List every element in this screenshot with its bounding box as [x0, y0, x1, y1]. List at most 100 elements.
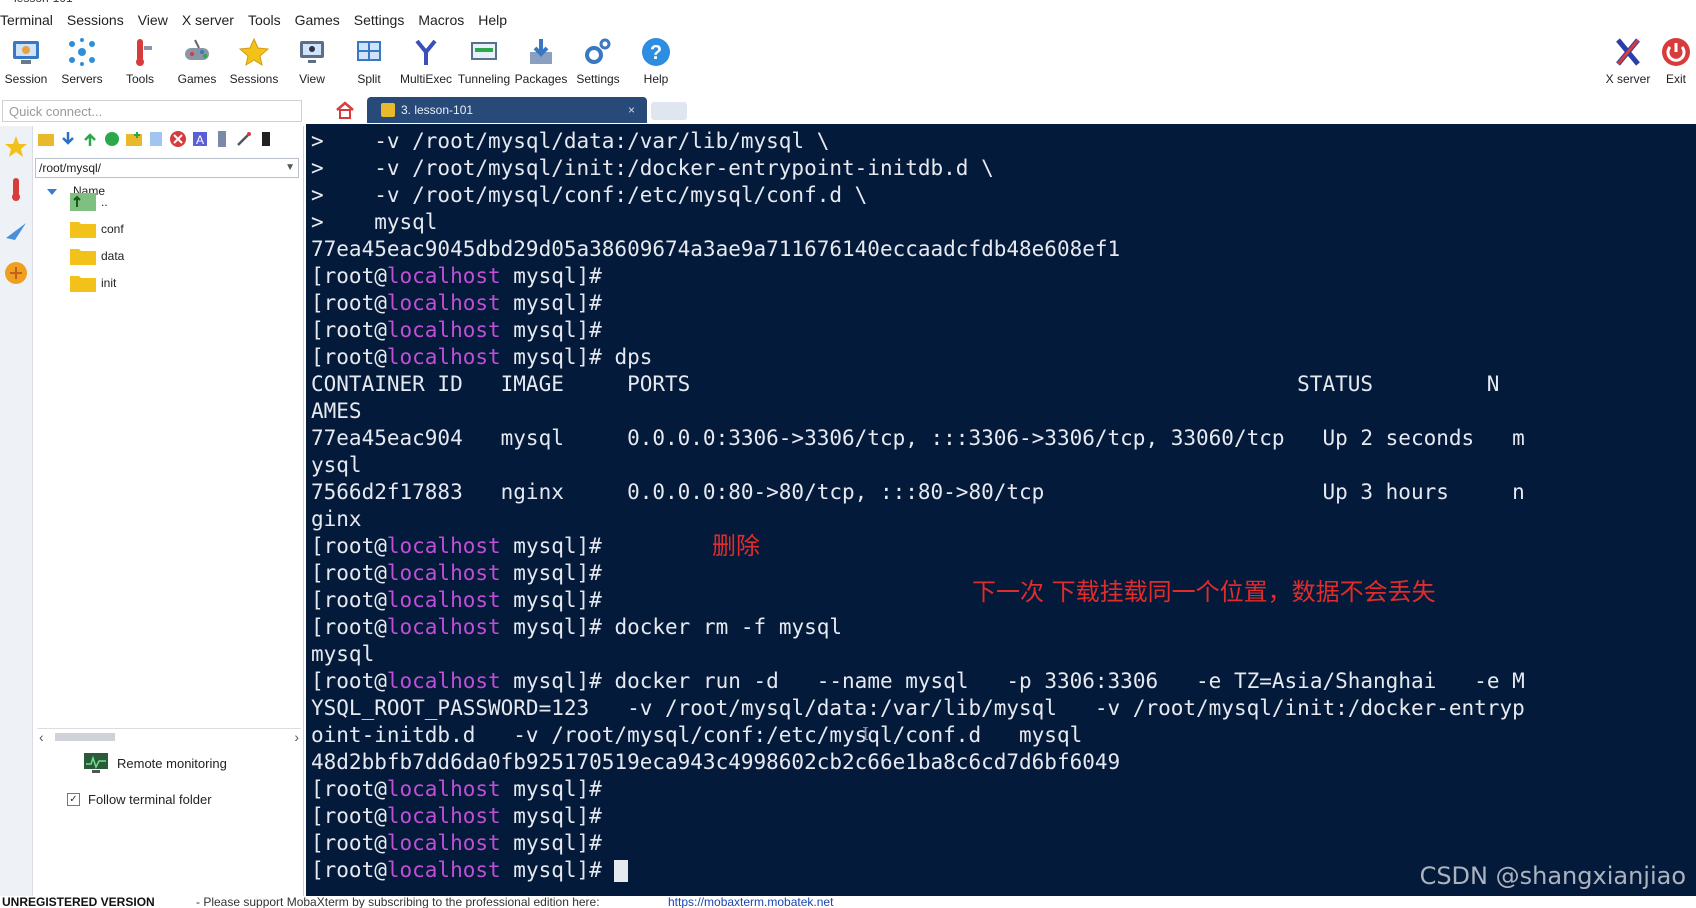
mobatek-link[interactable]: https://mobaxterm.mobatek.net: [668, 896, 833, 908]
follow-label: Follow terminal folder: [88, 792, 212, 807]
packages-button[interactable]: Packages: [511, 34, 571, 86]
output-text: ginx: [311, 507, 362, 531]
edit-icon[interactable]: [235, 130, 253, 148]
file-row-parent[interactable]: ..: [69, 190, 108, 214]
menu-tools[interactable]: Tools: [247, 12, 290, 32]
menu-help[interactable]: Help: [477, 12, 516, 32]
view-label: View: [299, 72, 325, 86]
prompt-host: localhost: [386, 588, 501, 612]
output-text: 7566d2f17883 nginx 0.0.0.0:80->80/tcp, :…: [311, 480, 1525, 504]
terminal-tab-icon: [381, 103, 395, 117]
sftp-icon[interactable]: [3, 218, 29, 244]
help-button[interactable]: ? Help: [626, 34, 686, 86]
folder-icon: [70, 222, 96, 238]
svg-text:?: ?: [650, 42, 662, 64]
delete-icon[interactable]: [169, 130, 187, 148]
file-row-data[interactable]: data: [69, 244, 124, 268]
split-button[interactable]: Split: [339, 34, 399, 86]
output-text: 77ea45eac904 mysql 0.0.0.0:3306->3306/tc…: [311, 426, 1525, 450]
path-field[interactable]: /root/mysql/ ▼: [35, 158, 299, 178]
output-text: > -v /root/mysql/conf:/etc/mysql/conf.d …: [311, 183, 868, 207]
window-title: lesson-101: [14, 0, 73, 5]
prompt-host: localhost: [386, 669, 501, 693]
prompt-line: [root@localhost mysql]#: [311, 317, 1525, 344]
output-text: YSQL_ROOT_PASSWORD=123 -v /root/mysql/da…: [311, 696, 1525, 720]
prompt-dir: mysql]#: [500, 615, 602, 639]
scroll-thumb[interactable]: [55, 733, 115, 741]
prompt-user: [root@: [311, 291, 387, 315]
prompt-dir: mysql]#: [500, 777, 602, 801]
sessions-button[interactable]: Sessions: [224, 34, 284, 86]
split-icon: [357, 41, 381, 61]
file-name: ..: [101, 195, 108, 209]
multiexec-button[interactable]: MultiExec: [396, 34, 456, 86]
close-icon[interactable]: ×: [628, 103, 635, 117]
output-line: AMES: [311, 398, 1525, 425]
output-line: > -v /root/mysql/conf:/etc/mysql/conf.d …: [311, 182, 1525, 209]
gear-icon: [585, 38, 611, 64]
tools-icon[interactable]: [3, 176, 29, 202]
session-icon: [13, 41, 39, 64]
remote-monitoring-button[interactable]: Remote monitoring: [83, 752, 227, 774]
menu-settings[interactable]: Settings: [353, 12, 414, 32]
output-text: oint-initdb.d -v /root/mysql/conf:/etc/m…: [311, 723, 1083, 747]
chevron-left-icon[interactable]: ‹: [39, 729, 44, 745]
xserver-button[interactable]: X server: [1598, 34, 1658, 86]
new-folder-icon[interactable]: [125, 130, 143, 148]
support-text: - Please support MobaXterm by subscribin…: [196, 896, 600, 908]
home-tab[interactable]: [325, 98, 365, 122]
prompt-user: [root@: [311, 318, 387, 342]
download-icon[interactable]: [59, 130, 77, 148]
prompt-dir: mysql]#: [500, 291, 602, 315]
prompt-line: [root@localhost mysql]# dps: [311, 344, 1525, 371]
terminal-small-icon[interactable]: [257, 130, 275, 148]
tunneling-button[interactable]: Tunneling: [454, 34, 514, 86]
menu-macros[interactable]: Macros: [417, 12, 473, 32]
games-button[interactable]: Games: [167, 34, 227, 86]
menu-xserver[interactable]: X server: [181, 12, 243, 32]
prompt-line: [root@localhost mysql]# docker rm -f mys…: [311, 614, 1525, 641]
refresh-icon[interactable]: [103, 130, 121, 148]
new-tab-button[interactable]: [651, 102, 687, 120]
file-row-init[interactable]: init: [69, 271, 116, 295]
prompt-dir: mysql]#: [500, 831, 602, 855]
file-row-conf[interactable]: conf: [69, 217, 124, 241]
menu-terminal[interactable]: Terminal: [0, 12, 62, 32]
parent-folder-icon[interactable]: [37, 130, 55, 148]
session-button[interactable]: Session: [0, 34, 56, 86]
menu-view[interactable]: View: [137, 12, 177, 32]
tab-strip: 3. lesson-101 ×: [305, 96, 1696, 124]
servers-button[interactable]: Servers: [52, 34, 112, 86]
rename-icon[interactable]: A: [191, 130, 209, 148]
follow-terminal-folder-checkbox[interactable]: ✓ Follow terminal folder: [67, 792, 212, 807]
output-line: mysql: [311, 641, 1525, 668]
output-line: YSQL_ROOT_PASSWORD=123 -v /root/mysql/da…: [311, 695, 1525, 722]
menu-games[interactable]: Games: [294, 12, 349, 32]
chevron-down-icon[interactable]: ▼: [285, 159, 295, 177]
prompt-host: localhost: [386, 615, 501, 639]
output-line: ysql: [311, 452, 1525, 479]
settings-button[interactable]: Settings: [568, 34, 628, 86]
macro-icon[interactable]: [3, 260, 29, 286]
terminal-pane[interactable]: > -v /root/mysql/data:/var/lib/mysql \ > …: [306, 124, 1696, 896]
tunneling-icon: [471, 42, 497, 60]
prompt-dir: mysql]#: [500, 318, 602, 342]
horizontal-scrollbar[interactable]: ‹ ›: [37, 728, 301, 745]
view-button[interactable]: View: [282, 34, 342, 86]
quick-connect-input[interactable]: Quick connect...: [2, 100, 302, 122]
tunneling-label: Tunneling: [457, 72, 511, 86]
upload-icon[interactable]: [81, 130, 99, 148]
menu-sessions[interactable]: Sessions: [66, 12, 133, 32]
prompt-dir: mysql]#: [500, 561, 602, 585]
tools-button[interactable]: Tools: [110, 34, 170, 86]
tab-lesson-101[interactable]: 3. lesson-101 ×: [367, 97, 647, 123]
prompt-dir: mysql]#: [500, 858, 602, 882]
remote-monitoring-label: Remote monitoring: [117, 755, 227, 771]
chevron-right-icon[interactable]: ›: [294, 729, 299, 745]
new-file-icon[interactable]: [147, 130, 165, 148]
exit-button[interactable]: Exit: [1656, 34, 1696, 86]
star-icon[interactable]: [3, 134, 29, 160]
permissions-icon[interactable]: [213, 130, 231, 148]
prompt-line: [root@localhost mysql]#: [311, 290, 1525, 317]
parent-dir-icon: [70, 193, 96, 211]
